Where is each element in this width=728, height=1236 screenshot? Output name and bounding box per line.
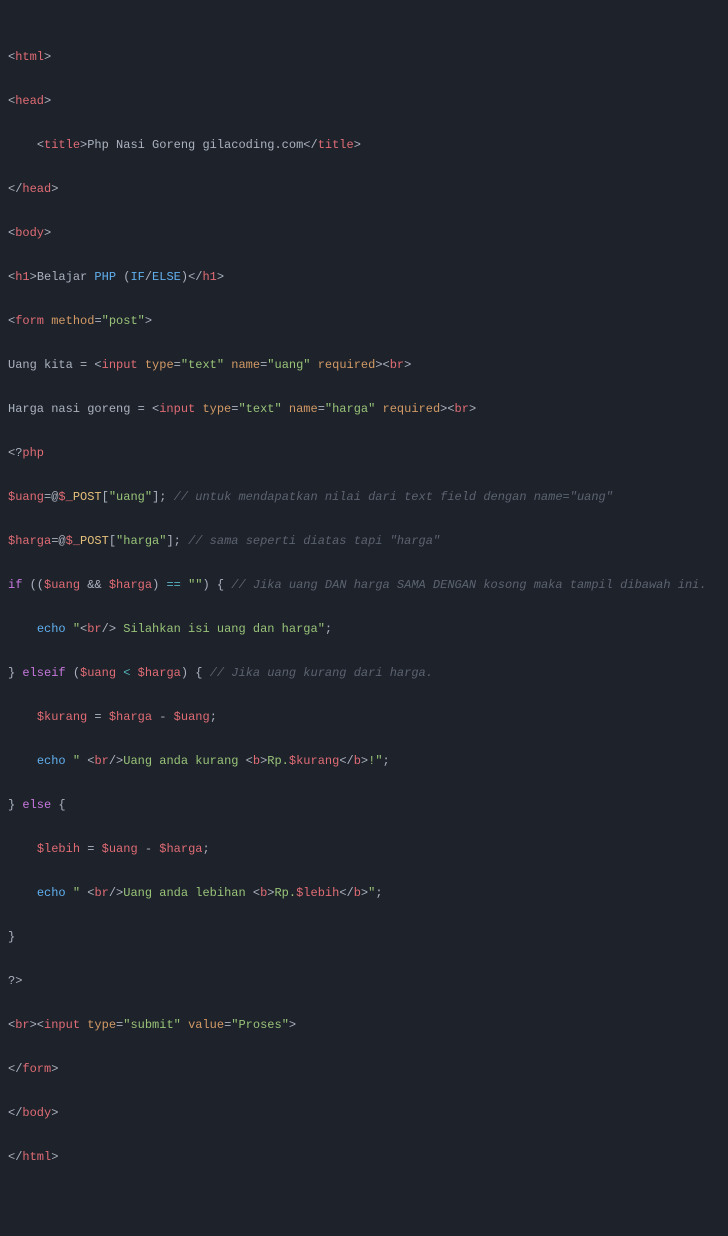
code-line: ?> xyxy=(8,974,22,988)
code-line: echo " <br/>Uang anda lebihan <b>Rp.$leb… xyxy=(8,886,383,900)
code-line: <html> xyxy=(8,50,51,64)
code-line: Harga nasi goreng = <input type="text" n… xyxy=(8,402,476,416)
code-line: <body> xyxy=(8,226,51,240)
code-line: </body> xyxy=(8,1106,58,1120)
code-line: <form method="post"> xyxy=(8,314,152,328)
code-line: $kurang = $harga - $uang; xyxy=(8,710,217,724)
code-line: <h1>Belajar PHP (IF/ELSE)</h1> xyxy=(8,270,224,284)
code-line: echo " <br/>Uang anda kurang <b>Rp.$kura… xyxy=(8,754,390,768)
code-line: $lebih = $uang - $harga; xyxy=(8,842,210,856)
code-editor[interactable]: <html> <head> <title>Php Nasi Goreng gil… xyxy=(8,46,720,1168)
code-line: Uang kita = <input type="text" name="uan… xyxy=(8,358,411,372)
code-line: } elseif ($uang < $harga) { // Jika uang… xyxy=(8,666,433,680)
code-line: </head> xyxy=(8,182,58,196)
code-line: <head> xyxy=(8,94,51,108)
code-line: <br><input type="submit" value="Proses"> xyxy=(8,1018,296,1032)
code-line: echo "<br/> Silahkan isi uang dan harga"… xyxy=(8,622,332,636)
code-line: if (($uang && $harga) == "") { // Jika u… xyxy=(8,578,707,592)
code-line: $uang=@$_POST["uang"]; // untuk mendapat… xyxy=(8,490,613,504)
code-line: <?php xyxy=(8,446,44,460)
code-line: } xyxy=(8,930,15,944)
code-line: </form> xyxy=(8,1062,58,1076)
code-line: </html> xyxy=(8,1150,58,1164)
code-line: <title>Php Nasi Goreng gilacoding.com</t… xyxy=(8,138,361,152)
code-line: } else { xyxy=(8,798,66,812)
code-line: $harga=@$_POST["harga"]; // sama seperti… xyxy=(8,534,440,548)
